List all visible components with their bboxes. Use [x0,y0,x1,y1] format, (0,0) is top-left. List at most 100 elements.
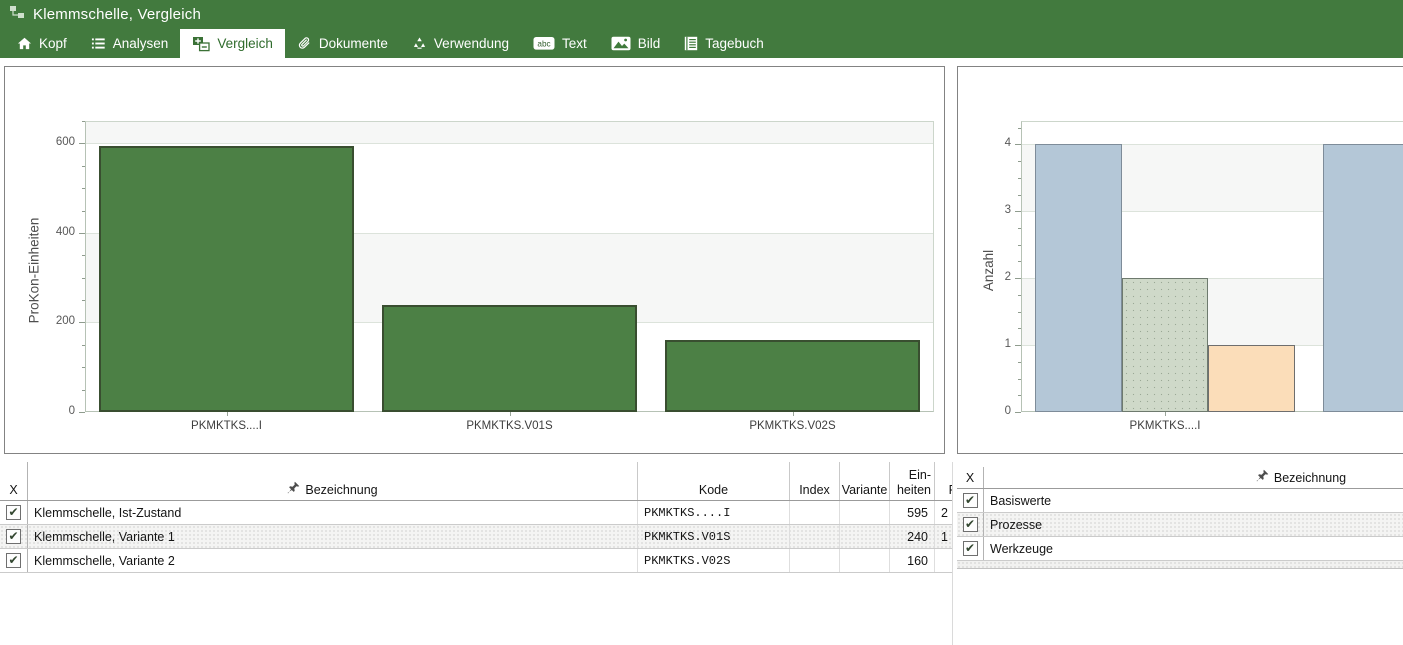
x-category-label: PKMKTKS.V01S [1309,420,1403,432]
tab-dokumente[interactable]: Dokumente [285,29,400,58]
cell-bezeichnung: Klemmschelle, Ist-Zustand [28,501,638,524]
svg-text:abc: abc [537,40,550,49]
y-tick-label: 200 [33,315,75,327]
tab-label: Dokumente [319,36,388,51]
y-major-tick [1015,345,1021,346]
tab-label: Analysen [113,36,169,51]
y-minor-tick [82,211,85,212]
table-row[interactable]: ✔Klemmschelle, Variante 2PKMKTKS.V02S160 [0,549,953,573]
column-header-label: Variante [842,483,888,497]
bar-werkzeuge[interactable] [1208,345,1294,412]
y-minor-tick [82,390,85,391]
prokon-units-chart: ProKon-Einheiten 0200400600PKMKTKS....IP… [5,67,944,453]
bar-PKMKTKS.V01S[interactable] [382,305,637,412]
y-major-tick [1015,211,1021,212]
row-checkbox[interactable]: ✔ [963,493,978,508]
y-minor-tick [1018,328,1021,329]
x-category-label: PKMKTKS....I [1021,420,1309,432]
column-header-bezeichnung: Bezeichnung [28,462,638,500]
table-row[interactable]: ✔Werkzeuge [957,537,1403,561]
cell-einheiten: 240 [890,525,935,548]
anzahl-chart: Anzahl 01234PKMKTKS....IPKMKTKS.V01S [958,67,1403,453]
row-checkbox[interactable]: ✔ [963,541,978,556]
row-checkbox[interactable]: ✔ [6,505,21,520]
table-header: XBezeichnungKodeIndexVarianteEin- heiten… [0,462,953,501]
y-minor-tick [1018,295,1021,296]
cell-ri [935,549,953,572]
x-category-label: PKMKTKS....I [85,420,368,432]
y-minor-tick [82,367,85,368]
bar-PKMKTKS.V02S[interactable] [665,340,920,412]
pin-icon [287,481,300,497]
y-major-tick [79,322,85,323]
bar-PKMKTKS....I[interactable] [99,146,354,412]
y-minor-tick [1018,245,1021,246]
pin-icon [1256,469,1269,485]
window-title: Klemmschelle, Vergleich [33,6,201,23]
table-end-strip [957,561,1403,569]
table-header: XBezeichnung [957,467,1403,489]
y-major-tick [79,233,85,234]
cell-ri: 1 [935,525,953,548]
y-tick-label: 0 [969,405,1011,417]
recycle-icon [412,36,427,51]
row-checkbox[interactable]: ✔ [963,517,978,532]
y-minor-tick [82,166,85,167]
tab-bild[interactable]: Bild [599,29,673,58]
y-minor-tick [1018,161,1021,162]
column-header-ri: Ri [935,462,953,500]
y-tick-label: 400 [33,226,75,238]
tab-text[interactable]: abcText [521,29,599,58]
y-major-tick [1015,144,1021,145]
x-category-tick [1165,412,1166,416]
categories-table: XBezeichnung✔Basiswerte✔Prozesse✔Werkzeu… [957,467,1403,569]
tab-tagebuch[interactable]: Tagebuch [672,29,776,58]
cell-x: ✔ [0,525,28,548]
y-tick-label: 1 [969,338,1011,350]
compare-icon [192,36,210,52]
variants-table: XBezeichnungKodeIndexVarianteEin- heiten… [0,462,953,573]
y-minor-tick [82,300,85,301]
tab-label: Kopf [39,36,67,51]
y-minor-tick [82,255,85,256]
prokon-units-chart-panel: ProKon-Einheiten 0200400600PKMKTKS....IP… [4,66,945,454]
y-major-tick [1015,278,1021,279]
paperclip-icon [297,36,312,51]
y-tick-label: 4 [969,137,1011,149]
cell-ri: 2 [935,501,953,524]
column-header-bezeichnung: Bezeichnung [984,467,1403,488]
y-minor-tick [1018,178,1021,179]
y-minor-tick [82,345,85,346]
image-icon [611,36,631,51]
cell-x: ✔ [957,513,984,536]
tab-kopf[interactable]: Kopf [5,29,79,58]
row-checkbox[interactable]: ✔ [6,553,21,568]
cell-kode: PKMKTKS.V01S [638,525,790,548]
row-checkbox[interactable]: ✔ [6,529,21,544]
bar-basiswerte[interactable] [1323,144,1403,412]
table-row[interactable]: ✔ Klemmschelle, Variante 1PKMKTKS.V01S 240… [0,525,953,549]
table-row[interactable]: ✔Prozesse [957,513,1403,537]
table-row[interactable]: ✔Klemmschelle, Ist-ZustandPKMKTKS....I59… [0,501,953,525]
column-header-variante: Variante [840,462,890,500]
bar-basiswerte[interactable] [1035,144,1121,412]
x-category-tick [793,412,794,416]
tab-analysen[interactable]: Analysen [79,29,181,58]
y-minor-tick [1018,312,1021,313]
tab-verwendung[interactable]: Verwendung [400,29,521,58]
bar-prozesse[interactable] [1122,278,1208,412]
y-minor-tick [1018,228,1021,229]
panel-splitter[interactable] [952,462,953,645]
x-category-label: PKMKTKS.V01S [368,420,651,432]
table-row[interactable]: ✔Basiswerte [957,489,1403,513]
title-bar: Klemmschelle, Vergleich [0,0,1403,29]
anzahl-chart-panel: Anzahl 01234PKMKTKS....IPKMKTKS.V01S [957,66,1403,454]
cell-bezeichnung: Klemmschelle, Variante 1 [28,525,638,548]
cell-variante [840,525,890,548]
cell-x: ✔ [0,549,28,572]
compare-hierarchy-icon [9,5,25,25]
y-minor-tick [1018,395,1021,396]
cell-x: ✔ [957,489,984,512]
tab-vergleich[interactable]: Vergleich [180,29,285,58]
tab-label: Verwendung [434,36,509,51]
